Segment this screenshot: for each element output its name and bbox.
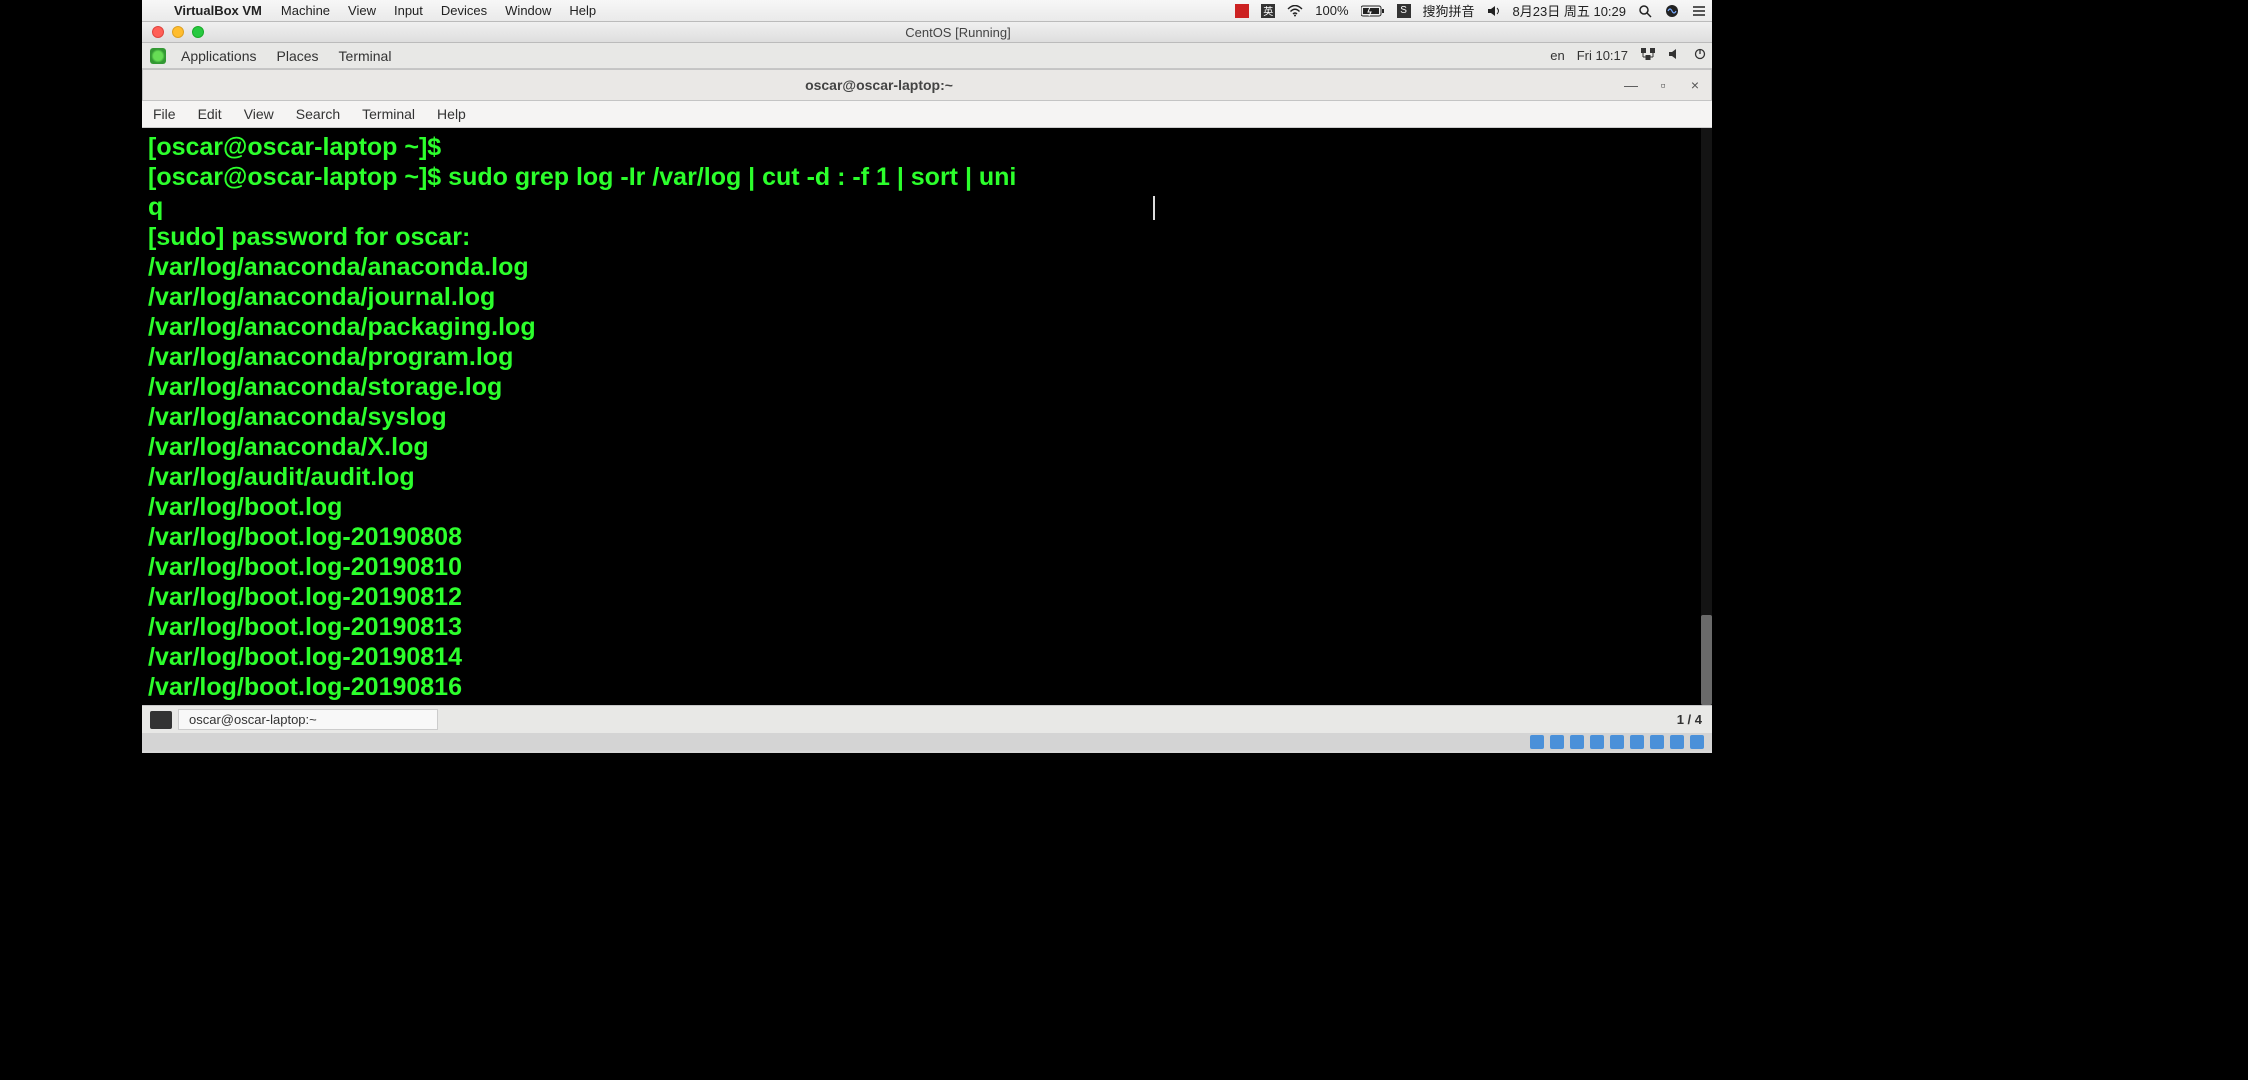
gnome-clock[interactable]: Fri 10:17 <box>1571 48 1634 63</box>
terminal-menubar: File Edit View Search Terminal Help <box>142 101 1712 128</box>
terminal-line: [sudo] password for oscar: <box>148 222 1706 252</box>
mac-menu-devices[interactable]: Devices <box>432 3 496 18</box>
terminal-line: /var/log/boot.log-20190814 <box>148 642 1706 672</box>
sogou-icon[interactable]: S <box>1391 4 1417 18</box>
status-indicator-icon[interactable] <box>1229 4 1255 18</box>
terminal-line: q <box>148 192 1706 222</box>
vm-status-bar <box>142 733 1712 751</box>
gnome-applications[interactable]: Applications <box>171 48 267 64</box>
ime-name[interactable]: 搜狗拼音 <box>1417 1 1481 20</box>
terminal-scrollbar-thumb[interactable] <box>1701 615 1712 705</box>
gnome-terminal-app[interactable]: Terminal <box>329 48 402 64</box>
vm-window-titlebar[interactable]: CentOS [Running] <box>142 22 1712 43</box>
terminal-line: /var/log/anaconda/journal.log <box>148 282 1706 312</box>
mac-menu-view[interactable]: View <box>339 3 385 18</box>
terminal-line: /var/log/anaconda/anaconda.log <box>148 252 1706 282</box>
terminal-menu-file[interactable]: File <box>142 106 187 122</box>
power-icon[interactable] <box>1688 48 1712 63</box>
ime-icon[interactable]: 英 <box>1255 4 1281 18</box>
vm-status-icon[interactable] <box>1690 735 1704 749</box>
terminal-line: /var/log/boot.log-20190812 <box>148 582 1706 612</box>
terminal-menu-view[interactable]: View <box>233 106 285 122</box>
terminal-line: /var/log/boot.log-20190813 <box>148 612 1706 642</box>
gnome-activities-icon[interactable] <box>150 48 166 64</box>
terminal-menu-edit[interactable]: Edit <box>187 106 233 122</box>
terminal-menu-search[interactable]: Search <box>285 106 351 122</box>
terminal-menu-help[interactable]: Help <box>426 106 477 122</box>
vm-status-icon[interactable] <box>1570 735 1584 749</box>
mac-menubar: VirtualBox VM Machine View Input Devices… <box>142 0 1712 22</box>
mac-app-title[interactable]: VirtualBox VM <box>164 3 272 18</box>
taskbar-terminal-icon[interactable] <box>150 711 172 729</box>
gnome-places[interactable]: Places <box>267 48 329 64</box>
terminal-line: [oscar@oscar-laptop ~]$ sudo grep log -I… <box>148 162 1706 192</box>
vm-window-title: CentOS [Running] <box>204 25 1712 40</box>
terminal-menu-terminal[interactable]: Terminal <box>351 106 426 122</box>
terminal-titlebar[interactable]: oscar@oscar-laptop:~ — ▫ × <box>142 69 1712 101</box>
terminal-line: /var/log/audit/audit.log <box>148 462 1706 492</box>
vm-status-icon[interactable] <box>1550 735 1564 749</box>
battery-percent: 100% <box>1309 3 1354 18</box>
terminal-line: /var/log/boot.log-20190808 <box>148 522 1706 552</box>
terminal-line: /var/log/anaconda/program.log <box>148 342 1706 372</box>
terminal-line: /var/log/anaconda/storage.log <box>148 372 1706 402</box>
terminal-line: /var/log/boot.log <box>148 492 1706 522</box>
gnome-top-bar: Applications Places Terminal en Fri 10:1… <box>142 43 1712 69</box>
close-window-button[interactable] <box>152 26 164 38</box>
vm-window: VirtualBox VM Machine View Input Devices… <box>142 0 1712 753</box>
battery-icon[interactable] <box>1355 5 1391 17</box>
workspace-indicator[interactable]: 1 / 4 <box>1667 712 1712 727</box>
vm-status-icon[interactable] <box>1610 735 1624 749</box>
vm-status-icon[interactable] <box>1670 735 1684 749</box>
vm-status-icon[interactable] <box>1530 735 1544 749</box>
volume-icon[interactable] <box>1481 5 1507 17</box>
vm-status-icon[interactable] <box>1650 735 1664 749</box>
mac-menu-window[interactable]: Window <box>496 3 560 18</box>
gnome-lang[interactable]: en <box>1544 48 1570 63</box>
minimize-window-button[interactable] <box>172 26 184 38</box>
taskbar-terminal-button[interactable]: oscar@oscar-laptop:~ <box>178 709 438 730</box>
traffic-lights <box>142 26 204 38</box>
notification-center-icon[interactable] <box>1686 5 1712 17</box>
terminal-body[interactable]: [oscar@oscar-laptop ~]$ [oscar@oscar-lap… <box>142 128 1712 705</box>
spotlight-icon[interactable] <box>1632 4 1658 18</box>
vm-status-icon[interactable] <box>1630 735 1644 749</box>
vm-status-icon[interactable] <box>1590 735 1604 749</box>
mac-clock[interactable]: 8月23日 周五 10:29 <box>1507 1 1632 20</box>
terminal-line: /var/log/boot.log-20190810 <box>148 552 1706 582</box>
zoom-window-button[interactable] <box>192 26 204 38</box>
terminal-line: /var/log/anaconda/packaging.log <box>148 312 1706 342</box>
terminal-line: /var/log/boot.log-20190816 <box>148 672 1706 702</box>
terminal-title: oscar@oscar-laptop:~ <box>143 77 1615 93</box>
wifi-icon[interactable] <box>1281 5 1309 17</box>
network-icon[interactable] <box>1634 47 1662 64</box>
gnome-taskbar: oscar@oscar-laptop:~ 1 / 4 <box>142 705 1712 733</box>
sound-icon[interactable] <box>1662 48 1688 63</box>
terminal-line: /var/log/anaconda/syslog <box>148 402 1706 432</box>
terminal-line: /var/log/anaconda/X.log <box>148 432 1706 462</box>
siri-icon[interactable] <box>1658 3 1686 19</box>
terminal-line: [oscar@oscar-laptop ~]$ <box>148 132 1706 162</box>
mac-menu-help[interactable]: Help <box>560 3 605 18</box>
terminal-close-button[interactable]: × <box>1679 77 1711 93</box>
terminal-minimize-button[interactable]: — <box>1615 77 1647 93</box>
terminal-maximize-button[interactable]: ▫ <box>1647 77 1679 93</box>
text-cursor-icon <box>1153 196 1155 220</box>
mac-menu-machine[interactable]: Machine <box>272 3 339 18</box>
mac-menu-input[interactable]: Input <box>385 3 432 18</box>
